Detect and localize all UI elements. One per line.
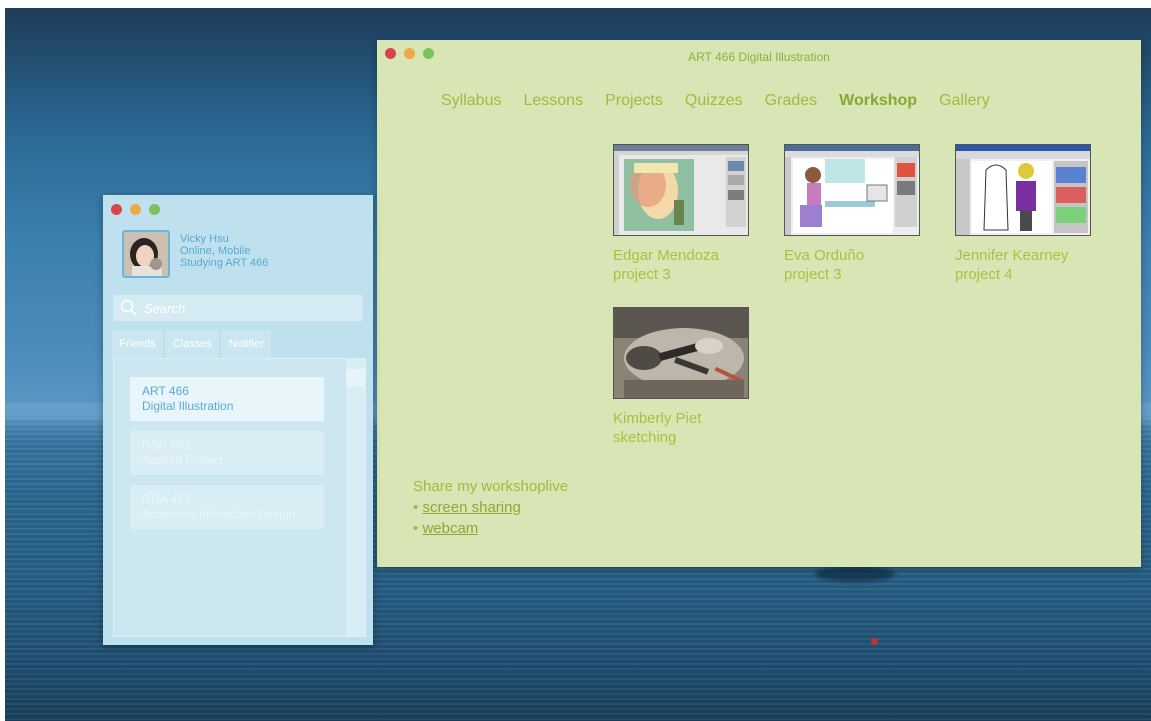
- course-code: ART 466: [142, 384, 189, 398]
- course-window: ART 466 Digital Illustration Syllabus Le…: [377, 40, 1141, 567]
- course-tabs: Syllabus Lessons Projects Quizzes Grades…: [441, 92, 990, 110]
- course-item-art-466[interactable]: ART 466 Digital Illustration: [130, 377, 324, 421]
- avatar[interactable]: [122, 230, 170, 278]
- window-controls: [111, 204, 160, 215]
- user-status: Online, Mobile: [180, 245, 251, 257]
- search-input[interactable]: [142, 299, 356, 317]
- workshop-thumbnail[interactable]: [613, 144, 749, 236]
- workshop-item[interactable]: Eva Orduño project 3: [784, 144, 924, 284]
- buddy-tabs: Friends Classes Notifier: [112, 330, 271, 358]
- project-label: project 4: [955, 266, 1013, 283]
- tab-projects[interactable]: Projects: [605, 92, 663, 110]
- author-name: Jennifer Kearney: [955, 247, 1069, 264]
- tab-syllabus[interactable]: Syllabus: [441, 92, 501, 110]
- tab-classes[interactable]: Classes: [165, 330, 219, 358]
- bullet: •: [413, 520, 419, 537]
- tab-workshop[interactable]: Workshop: [839, 92, 917, 110]
- scrollbar-thumb[interactable]: [346, 369, 365, 387]
- tab-notifier[interactable]: Notifier: [221, 330, 271, 358]
- tab-lessons[interactable]: Lessons: [523, 92, 583, 110]
- profile-info: Vicky Hsu Online, Mobile Studying ART 46…: [180, 233, 268, 269]
- course-item-dsc-593[interactable]: DSC 593 Applied Project: [130, 431, 324, 475]
- scrollbar[interactable]: [346, 359, 365, 636]
- course-name: Applied Project: [142, 453, 223, 467]
- workshop-thumbnail[interactable]: [955, 144, 1091, 236]
- author-name: Eva Orduño: [784, 247, 865, 264]
- course-code: GRA 423: [142, 492, 191, 506]
- bullet: •: [413, 499, 419, 516]
- share-heading: Share my workshoplive: [413, 478, 569, 495]
- buddy-window: Vicky Hsu Online, Mobile Studying ART 46…: [103, 195, 373, 645]
- author-name: Kimberly Piet: [613, 410, 702, 427]
- workshop-item[interactable]: Kimberly Piet sketching: [613, 307, 753, 447]
- buoy: [871, 638, 878, 645]
- course-code: DSC 593: [142, 438, 191, 452]
- course-item-gra-423[interactable]: GRA 423 Advanced Interaction Design: [130, 485, 324, 529]
- author-name: Edgar Mendoza: [613, 247, 719, 264]
- project-label: project 3: [784, 266, 842, 283]
- project-label: sketching: [613, 429, 677, 446]
- course-name: Advanced Interaction Design: [142, 507, 296, 521]
- workshop-item[interactable]: Edgar Mendoza project 3: [613, 144, 753, 284]
- workshop-item[interactable]: Jennifer Kearney project 4: [955, 144, 1095, 284]
- user-name: Vicky Hsu: [180, 233, 229, 245]
- zoom-button[interactable]: [149, 204, 160, 215]
- workshop-thumbnail[interactable]: [784, 144, 920, 236]
- tab-gallery[interactable]: Gallery: [939, 92, 990, 110]
- share-section: Share my workshoplive • screen sharing •…: [413, 476, 568, 539]
- workshop-thumbnail[interactable]: [613, 307, 749, 399]
- screen-sharing-link[interactable]: screen sharing: [422, 499, 520, 516]
- minimize-button[interactable]: [130, 204, 141, 215]
- course-list: ART 466 Digital Illustration DSC 593 App…: [113, 358, 366, 637]
- webcam-link[interactable]: webcam: [422, 520, 478, 537]
- user-activity: Studying ART 466: [180, 257, 269, 269]
- window-shadow: [815, 566, 895, 582]
- course-name: Digital Illustration: [142, 399, 234, 413]
- search-icon: [120, 299, 137, 316]
- search-bar[interactable]: [113, 295, 363, 321]
- tab-quizzes[interactable]: Quizzes: [685, 92, 743, 110]
- tab-friends[interactable]: Friends: [112, 330, 163, 358]
- window-title: ART 466 Digital Illustration: [688, 50, 830, 64]
- tab-grades[interactable]: Grades: [765, 92, 817, 110]
- project-label: project 3: [613, 266, 671, 283]
- close-button[interactable]: [111, 204, 122, 215]
